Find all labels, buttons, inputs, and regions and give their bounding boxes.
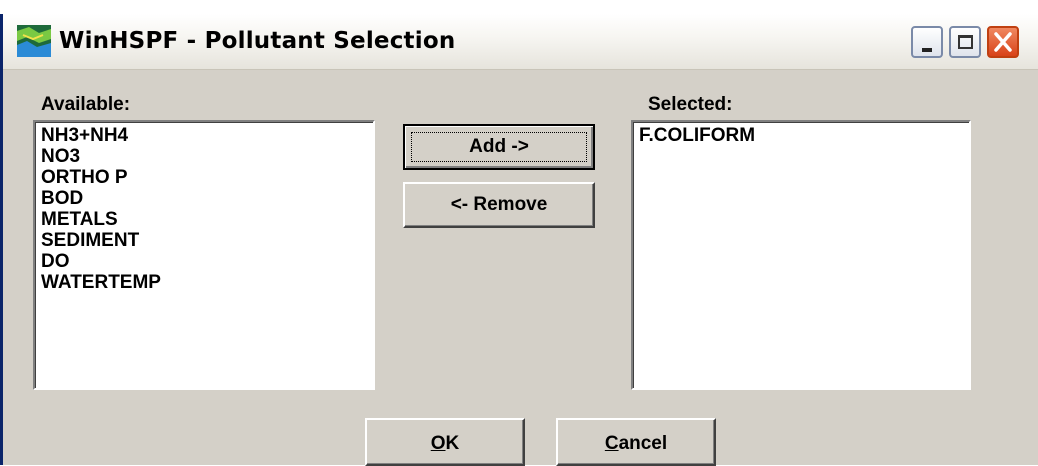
close-button[interactable] xyxy=(987,26,1019,58)
minimize-button[interactable] xyxy=(911,26,943,58)
list-item[interactable]: BOD xyxy=(35,188,373,209)
winhspf-app-icon xyxy=(17,25,51,57)
cancel-label-rest: ancel xyxy=(618,433,668,454)
available-label: Available: xyxy=(41,94,131,115)
list-item[interactable]: METALS xyxy=(35,209,373,230)
remove-button[interactable]: <- Remove xyxy=(403,182,595,228)
available-list: NH3+NH4 NO3 ORTHO P BOD METALS SEDIMENT … xyxy=(35,122,373,293)
selected-listbox[interactable]: F.COLIFORM xyxy=(631,120,971,390)
title-bar[interactable]: WinHSPF - Pollutant Selection xyxy=(3,14,1038,70)
list-item[interactable]: DO xyxy=(35,251,373,272)
close-icon xyxy=(994,32,1012,52)
ok-mnemonic: O xyxy=(430,433,446,454)
list-item[interactable]: F.COLIFORM xyxy=(633,125,969,146)
ok-button-label: OK xyxy=(367,433,523,455)
cancel-mnemonic: C xyxy=(604,433,619,454)
ok-label-rest: K xyxy=(445,433,460,454)
available-listbox[interactable]: NH3+NH4 NO3 ORTHO P BOD METALS SEDIMENT … xyxy=(33,120,375,390)
minimize-icon xyxy=(922,48,932,52)
maximize-button[interactable] xyxy=(949,26,981,58)
maximize-icon xyxy=(958,35,973,49)
window-title: WinHSPF - Pollutant Selection xyxy=(59,28,456,54)
list-item[interactable]: NO3 xyxy=(35,146,373,167)
list-item[interactable]: ORTHO P xyxy=(35,167,373,188)
list-item[interactable]: WATERTEMP xyxy=(35,272,373,293)
cancel-button[interactable]: Cancel xyxy=(556,418,716,466)
cancel-button-label: Cancel xyxy=(558,433,714,455)
selected-label: Selected: xyxy=(648,94,733,115)
ok-button[interactable]: OK xyxy=(365,418,525,466)
add-button[interactable]: Add -> xyxy=(403,124,595,170)
list-item[interactable]: NH3+NH4 xyxy=(35,125,373,146)
selected-list: F.COLIFORM xyxy=(633,122,969,146)
dialog-window: WinHSPF - Pollutant Selection Available:… xyxy=(0,14,1038,466)
list-item[interactable]: SEDIMENT xyxy=(35,230,373,251)
remove-button-label: <- Remove xyxy=(450,194,548,215)
add-button-label: Add -> xyxy=(469,136,529,157)
